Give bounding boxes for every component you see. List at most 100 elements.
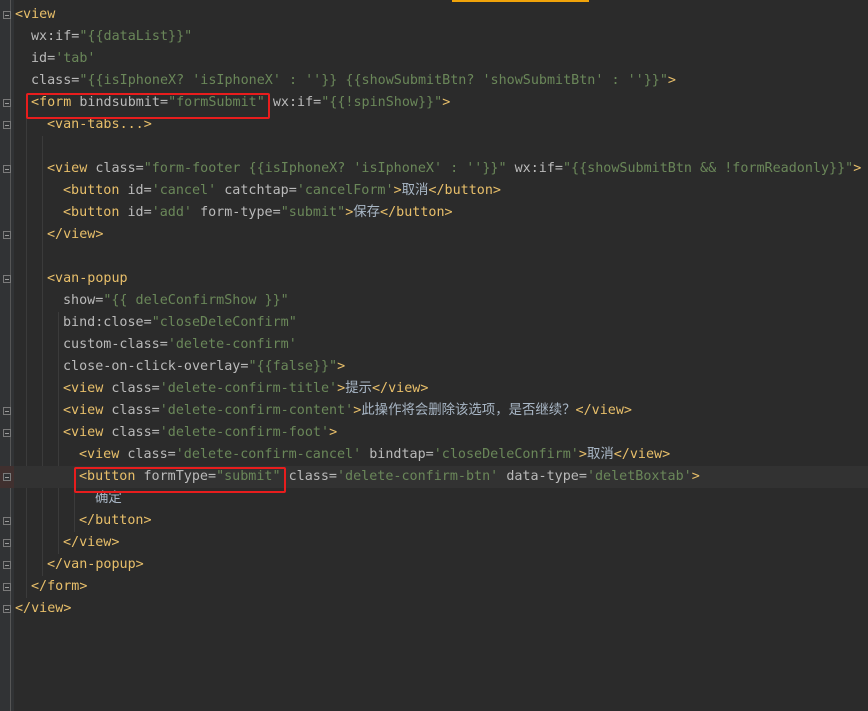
code-line[interactable]: </view> — [0, 532, 868, 554]
code-token: "{{showSubmitBtn && !formReadonly}}" — [562, 161, 854, 176]
fold-toggle-icon[interactable] — [3, 561, 11, 569]
code-line[interactable]: bind:close="closeDeleConfirm" — [0, 312, 868, 334]
fold-toggle-icon[interactable] — [3, 407, 11, 415]
code-token: </view> — [371, 381, 429, 396]
code-token: 'delete-confirm-cancel' — [175, 447, 362, 462]
fold-toggle-icon[interactable] — [3, 605, 11, 613]
fold-toggle-icon[interactable] — [3, 429, 11, 437]
fold-toggle-icon[interactable] — [3, 11, 11, 19]
code-line[interactable]: wx:if="{{dataList}}" — [0, 26, 868, 48]
code-line-content: </button> — [79, 510, 152, 532]
code-token: "submit" — [280, 205, 346, 220]
code-line-content: show="{{ deleConfirmShow }}" — [63, 290, 289, 312]
code-line-content: <button id='add' form-type="submit">保存</… — [63, 202, 453, 224]
code-line[interactable]: id='tab' — [0, 48, 868, 70]
code-line[interactable] — [0, 136, 868, 158]
code-line[interactable]: <van-popup — [0, 268, 868, 290]
code-line[interactable]: <view class='delete-confirm-foot'> — [0, 422, 868, 444]
code-token: id= — [127, 183, 152, 198]
code-line-content: <view class='delete-confirm-foot'> — [63, 422, 337, 444]
code-line-content: wx:if="{{dataList}}" — [31, 26, 192, 48]
fold-toggle-icon[interactable] — [3, 231, 11, 239]
code-token: show= — [63, 293, 104, 308]
code-line-content: <view class="form-footer {{isIphoneX? 'i… — [47, 158, 861, 180]
code-token: class= — [31, 73, 80, 88]
code-line[interactable]: <button id='cancel' catchtap='cancelForm… — [0, 180, 868, 202]
code-line[interactable]: <view class='delete-confirm-content'>此操作… — [0, 400, 868, 422]
code-line[interactable]: class="{{isIphoneX? 'isIphoneX' : ''}} {… — [0, 70, 868, 92]
code-line[interactable]: <view class='delete-confirm-title'>提示</v… — [0, 378, 868, 400]
code-line-content: <button id='cancel' catchtap='cancelForm… — [63, 180, 501, 202]
code-token: > — [393, 183, 402, 198]
code-token: id= — [127, 205, 152, 220]
code-token: "{{!spinShow}}" — [321, 95, 443, 110]
fold-toggle-icon[interactable] — [3, 539, 11, 547]
code-token: 提示 — [345, 381, 372, 396]
code-line[interactable]: <view class="form-footer {{isIphoneX? 'i… — [0, 158, 868, 180]
code-token: 'cancelForm' — [296, 183, 394, 198]
code-token: class= — [95, 161, 144, 176]
code-token: <view — [63, 403, 112, 418]
code-token: > — [667, 73, 676, 88]
code-line[interactable]: <view class='delete-confirm-cancel' bind… — [0, 444, 868, 466]
code-token: <view — [63, 381, 112, 396]
code-token: form-type= — [200, 205, 281, 220]
highlight-box — [26, 93, 270, 119]
fold-toggle-icon[interactable] — [3, 275, 11, 283]
code-token: </view> — [575, 403, 632, 418]
code-token: class= — [127, 447, 176, 462]
active-tab-indicator — [452, 0, 589, 2]
code-line-content: id='tab' — [31, 48, 96, 70]
code-line[interactable]: </view> — [0, 598, 868, 620]
code-line[interactable]: show="{{ deleConfirmShow }}" — [0, 290, 868, 312]
code-token: 'closeDeleConfirm' — [433, 447, 579, 462]
code-token: wx:if= — [272, 95, 322, 110]
code-token: <view — [15, 7, 56, 22]
code-token: > — [853, 161, 862, 176]
code-token: <van-popup — [47, 271, 128, 286]
code-line[interactable]: <view — [0, 4, 868, 26]
code-token: 此操作将会删除该选项，是否继续？ — [361, 403, 576, 418]
code-token: "closeDeleConfirm" — [151, 315, 297, 330]
code-token: 'tab' — [55, 51, 96, 66]
code-token: </view> — [613, 447, 671, 462]
code-token: "{{isIphoneX? 'isIphoneX' : ''}} {{showS… — [79, 73, 668, 88]
code-token: > — [337, 381, 346, 396]
fold-toggle-icon[interactable] — [3, 517, 11, 525]
code-line-content: <view class='delete-confirm-cancel' bind… — [79, 444, 670, 466]
fold-toggle-icon[interactable] — [3, 583, 11, 591]
code-token: > — [691, 469, 700, 484]
code-line-content: </view> — [63, 532, 119, 554]
code-line[interactable]: </van-popup> — [0, 554, 868, 576]
code-token: <view — [63, 425, 112, 440]
code-token: "{{false}}" — [248, 359, 338, 374]
code-token: "form-footer {{isIphoneX? 'isIphoneX' : … — [143, 161, 507, 176]
code-line[interactable]: close-on-click-overlay="{{false}}"> — [0, 356, 868, 378]
code-token: bindtap= — [369, 447, 434, 462]
code-token: > — [337, 359, 346, 374]
fold-toggle-icon[interactable] — [3, 473, 11, 481]
code-line[interactable] — [0, 246, 868, 268]
code-token: <button — [63, 183, 128, 198]
fold-toggle-icon[interactable] — [3, 99, 11, 107]
code-token: 'delete-confirm-content' — [159, 403, 354, 418]
code-line[interactable]: </button> — [0, 510, 868, 532]
code-token: > — [442, 95, 451, 110]
code-token: 'delete-confirm-title' — [159, 381, 338, 396]
code-line[interactable]: </view> — [0, 224, 868, 246]
code-token: class= — [111, 381, 160, 396]
code-token: data-type= — [506, 469, 587, 484]
code-line-content: </view> — [47, 224, 103, 246]
code-line-content: class="{{isIphoneX? 'isIphoneX' : ''}} {… — [31, 70, 676, 92]
code-token: wx:if= — [514, 161, 563, 176]
code-editor[interactable]: <view wx:if="{{dataList}}" id='tab' class="… — [0, 0, 868, 711]
code-line[interactable]: custom-class='delete-confirm' — [0, 334, 868, 356]
fold-toggle-icon[interactable] — [3, 121, 11, 129]
code-token: id= — [31, 51, 56, 66]
code-line[interactable]: <button id='add' form-type="submit">保存</… — [0, 202, 868, 224]
fold-toggle-icon[interactable] — [3, 165, 11, 173]
code-line-content: </form> — [31, 576, 87, 598]
code-line[interactable]: </form> — [0, 576, 868, 598]
code-token: 'add' — [151, 205, 192, 220]
